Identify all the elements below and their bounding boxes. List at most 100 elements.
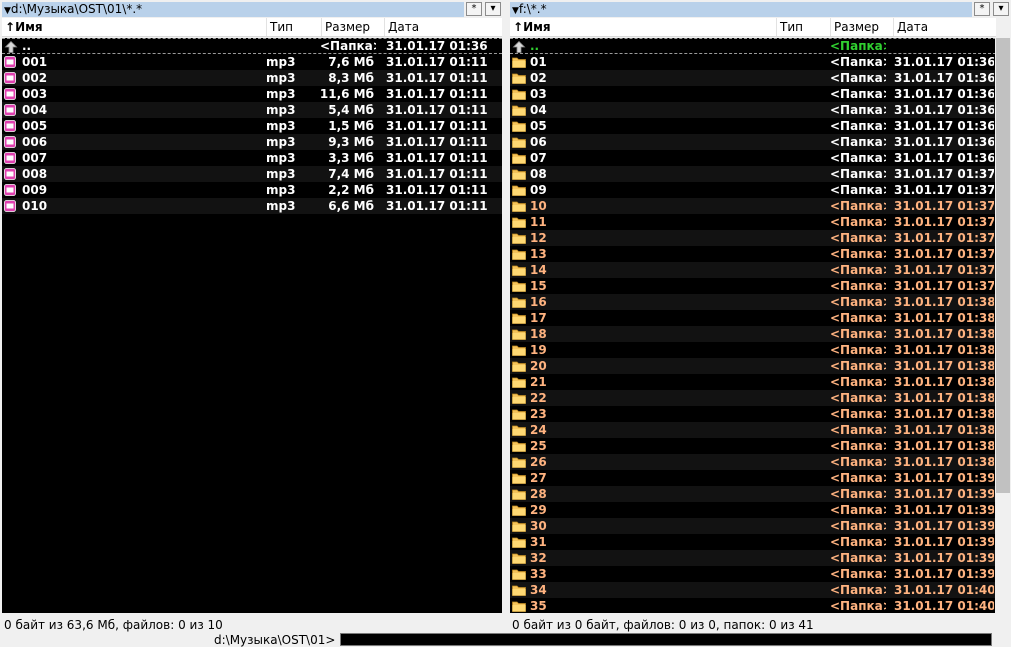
- file-size: <Папка>: [830, 407, 886, 421]
- list-item[interactable]: 12 <Папка> 31.01.17 01:37: [510, 230, 996, 246]
- file-size: 11,6 Мб: [319, 87, 374, 101]
- list-item[interactable]: 21 <Папка> 31.01.17 01:38: [510, 374, 996, 390]
- folder-icon: [512, 89, 526, 100]
- file-date: 31.01.17 01:37: [894, 199, 994, 213]
- file-date: 31.01.17 01:36: [894, 87, 994, 101]
- list-item[interactable]: 35 <Папка> 31.01.17 01:40: [510, 598, 996, 613]
- list-item[interactable]: 005 mp3 1,5 Мб 31.01.17 01:11: [2, 118, 502, 134]
- folder-icon: [512, 297, 526, 308]
- list-item[interactable]: 07 <Папка> 31.01.17 01:36: [510, 150, 996, 166]
- list-item[interactable]: 006 mp3 9,3 Мб 31.01.17 01:11: [2, 134, 502, 150]
- file-size: <Папка>: [830, 599, 886, 613]
- list-item[interactable]: 32 <Папка> 31.01.17 01:39: [510, 550, 996, 566]
- list-item[interactable]: 001 mp3 7,6 Мб 31.01.17 01:11: [2, 54, 502, 70]
- list-item[interactable]: 19 <Папка> 31.01.17 01:38: [510, 342, 996, 358]
- right-scrollbar[interactable]: [995, 38, 1011, 613]
- left-col-type[interactable]: Тип: [267, 18, 322, 36]
- left-col-name[interactable]: ↑Имя: [2, 18, 267, 36]
- right-col-name[interactable]: ↑Имя: [510, 18, 777, 36]
- scrollbar-thumb[interactable]: [996, 38, 1010, 493]
- file-name: 20: [530, 359, 547, 373]
- left-path-bar[interactable]: ▼d:\Музыка\OST\01\*.*: [2, 2, 464, 17]
- file-size: <Папка>: [830, 375, 886, 389]
- left-history-button[interactable]: *: [466, 2, 482, 16]
- list-item[interactable]: 01 <Папка> 31.01.17 01:36: [510, 54, 996, 70]
- list-item[interactable]: 003 mp3 11,6 Мб 31.01.17 01:11: [2, 86, 502, 102]
- folder-icon: [512, 537, 526, 548]
- file-name: 11: [530, 215, 547, 229]
- file-name: 15: [530, 279, 547, 293]
- list-item[interactable]: 34 <Папка> 31.01.17 01:40: [510, 582, 996, 598]
- right-col-type[interactable]: Тип: [777, 18, 831, 36]
- file-size: 8,3 Мб: [328, 71, 374, 85]
- list-item[interactable]: 06 <Папка> 31.01.17 01:36: [510, 134, 996, 150]
- list-item[interactable]: 09 <Папка> 31.01.17 01:37: [510, 182, 996, 198]
- list-item[interactable]: 25 <Папка> 31.01.17 01:38: [510, 438, 996, 454]
- up-dir-row[interactable]: .. <Папка> 31.01.17 01:36: [2, 38, 502, 54]
- folder-icon: [512, 249, 526, 260]
- right-path-bar[interactable]: ▼f:\*.*: [510, 2, 972, 17]
- left-file-list[interactable]: .. <Папка> 31.01.17 01:36 001 mp3 7,6 Мб 31.01…: [2, 38, 502, 613]
- right-col-size[interactable]: Размер: [831, 18, 894, 36]
- list-item[interactable]: 15 <Папка> 31.01.17 01:37: [510, 278, 996, 294]
- list-item[interactable]: 009 mp3 2,2 Мб 31.01.17 01:11: [2, 182, 502, 198]
- list-item[interactable]: 008 mp3 7,4 Мб 31.01.17 01:11: [2, 166, 502, 182]
- file-size: <Папка>: [830, 391, 886, 405]
- list-item[interactable]: 22 <Папка> 31.01.17 01:38: [510, 390, 996, 406]
- list-item[interactable]: 004 mp3 5,4 Мб 31.01.17 01:11: [2, 102, 502, 118]
- file-name: 23: [530, 407, 547, 421]
- file-size: 3,3 Мб: [328, 151, 374, 165]
- list-item[interactable]: 10 <Папка> 31.01.17 01:37: [510, 198, 996, 214]
- right-panel: ▼f:\*.* * ▾ ↑Имя Тип Размер Дата .. <Папк…: [508, 0, 1011, 632]
- left-col-date[interactable]: Дата: [385, 18, 502, 36]
- file-name: 16: [530, 295, 547, 309]
- list-item[interactable]: 010 mp3 6,6 Мб 31.01.17 01:11: [2, 198, 502, 214]
- list-item[interactable]: 31 <Папка> 31.01.17 01:39: [510, 534, 996, 550]
- right-hotlist-button[interactable]: ▾: [993, 2, 1009, 16]
- file-name: 010: [22, 199, 48, 213]
- list-item[interactable]: 03 <Папка> 31.01.17 01:36: [510, 86, 996, 102]
- list-item[interactable]: 33 <Папка> 31.01.17 01:39: [510, 566, 996, 582]
- list-item[interactable]: 27 <Папка> 31.01.17 01:39: [510, 470, 996, 486]
- list-item[interactable]: 28 <Папка> 31.01.17 01:39: [510, 486, 996, 502]
- list-item[interactable]: 08 <Папка> 31.01.17 01:37: [510, 166, 996, 182]
- list-item[interactable]: 16 <Папка> 31.01.17 01:38: [510, 294, 996, 310]
- list-item[interactable]: 18 <Папка> 31.01.17 01:38: [510, 326, 996, 342]
- folder-icon: [512, 361, 526, 372]
- list-item[interactable]: 002 mp3 8,3 Мб 31.01.17 01:11: [2, 70, 502, 86]
- list-item[interactable]: 02 <Папка> 31.01.17 01:36: [510, 70, 996, 86]
- file-date: 31.01.17 01:11: [386, 199, 488, 213]
- file-date: 31.01.17 01:37: [894, 231, 994, 245]
- list-item[interactable]: 23 <Папка> 31.01.17 01:38: [510, 406, 996, 422]
- file-name: 05: [530, 119, 547, 133]
- up-dir-row[interactable]: .. <Папка>: [510, 38, 996, 54]
- left-hotlist-button[interactable]: ▾: [485, 2, 501, 16]
- file-date: 31.01.17 01:38: [894, 343, 994, 357]
- list-item[interactable]: 30 <Папка> 31.01.17 01:39: [510, 518, 996, 534]
- file-date: 31.01.17 01:39: [894, 551, 994, 565]
- list-item[interactable]: 17 <Папка> 31.01.17 01:38: [510, 310, 996, 326]
- right-history-button[interactable]: *: [974, 2, 990, 16]
- list-item[interactable]: 24 <Папка> 31.01.17 01:38: [510, 422, 996, 438]
- list-item[interactable]: 13 <Папка> 31.01.17 01:37: [510, 246, 996, 262]
- folder-icon: [512, 553, 526, 564]
- command-line-input[interactable]: [340, 633, 992, 646]
- right-path: ▼f:\*.*: [512, 2, 547, 16]
- file-date: 31.01.17 01:37: [894, 215, 994, 229]
- left-col-size[interactable]: Размер: [322, 18, 385, 36]
- file-name: 22: [530, 391, 547, 405]
- file-name: 14: [530, 263, 547, 277]
- list-item[interactable]: 14 <Папка> 31.01.17 01:37: [510, 262, 996, 278]
- file-name: 10: [530, 199, 547, 213]
- list-item[interactable]: 04 <Папка> 31.01.17 01:36: [510, 102, 996, 118]
- list-item[interactable]: 007 mp3 3,3 Мб 31.01.17 01:11: [2, 150, 502, 166]
- mp3-file-icon: [4, 56, 16, 68]
- list-item[interactable]: 05 <Папка> 31.01.17 01:36: [510, 118, 996, 134]
- left-status-bar: 0 байт из 63,6 Мб, файлов: 0 из 10: [4, 618, 223, 632]
- right-file-list[interactable]: .. <Папка> 01 <Папка> 31.01.17 01:36 02 <Папка…: [510, 38, 996, 613]
- list-item[interactable]: 29 <Папка> 31.01.17 01:39: [510, 502, 996, 518]
- list-item[interactable]: 11 <Папка> 31.01.17 01:37: [510, 214, 996, 230]
- right-col-date[interactable]: Дата: [894, 18, 996, 36]
- list-item[interactable]: 20 <Папка> 31.01.17 01:38: [510, 358, 996, 374]
- list-item[interactable]: 26 <Папка> 31.01.17 01:38: [510, 454, 996, 470]
